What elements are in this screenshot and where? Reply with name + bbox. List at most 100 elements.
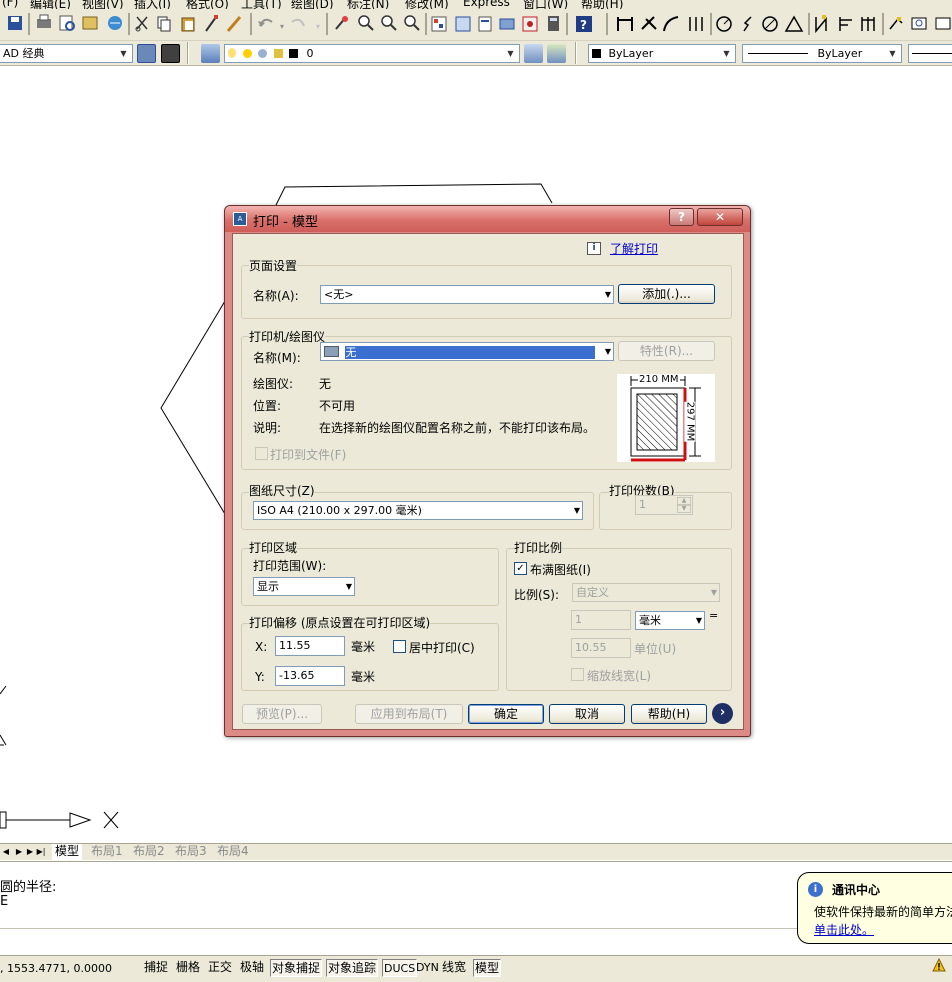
spin-up-icon[interactable]: ▲ (677, 497, 691, 505)
scale-numerator-input[interactable]: 1 (571, 610, 631, 630)
add-page-setup-button[interactable]: 添加(.)... (618, 284, 715, 304)
center-plot-checkbox[interactable] (393, 640, 406, 653)
color-combo[interactable]: ByLayer ▼ (588, 44, 736, 63)
cut-icon[interactable] (135, 16, 148, 32)
zoom-previous-icon[interactable] (404, 15, 420, 31)
polar-toggle[interactable]: 极轴 (239, 959, 265, 977)
plot-to-file-checkbox[interactable] (255, 447, 268, 460)
diameter-dimension-icon[interactable] (762, 16, 778, 32)
workspace-combo[interactable]: AD 经典 ▼ (0, 44, 133, 63)
publish-icon[interactable] (82, 16, 98, 30)
preview-button[interactable]: 预览(P)... (242, 704, 322, 724)
continue-dimension-icon[interactable] (861, 17, 875, 31)
help-icon[interactable]: ? (576, 16, 592, 32)
tolerance-icon[interactable] (889, 17, 903, 30)
ok-button[interactable]: 确定 (468, 704, 544, 724)
pan-icon[interactable] (335, 16, 348, 30)
layer-combo[interactable]: 0 ▼ (224, 44, 520, 63)
undo-dropdown-icon[interactable]: ▾ (280, 22, 284, 31)
radius-dimension-icon[interactable] (716, 16, 732, 32)
menu-express[interactable]: Express (463, 0, 510, 9)
tab-layout3[interactable]: 布局3 (172, 844, 210, 860)
redo-dropdown-icon[interactable]: ▾ (316, 22, 320, 31)
page-setup-name-select[interactable]: <无> ▼ (320, 285, 614, 304)
dyn-toggle[interactable]: DYN (415, 959, 440, 977)
apply-to-layout-button[interactable]: 应用到布局(T) (355, 704, 463, 724)
menu-insert[interactable]: 插入(I) (134, 0, 171, 9)
redo-icon[interactable] (291, 18, 305, 27)
first-tab-icon[interactable]: ◀ (0, 846, 12, 858)
angular-dimension-icon[interactable] (784, 15, 804, 32)
help-button[interactable]: 帮助(H) (631, 704, 707, 724)
cancel-button[interactable]: 取消 (549, 704, 625, 724)
spin-down-icon[interactable]: ▼ (677, 505, 691, 513)
print-preview-icon[interactable] (59, 15, 75, 31)
markup-icon[interactable] (522, 16, 538, 32)
ordinate-dimension-icon[interactable] (689, 17, 703, 31)
lineweight-toggle[interactable]: 线宽 (441, 959, 467, 977)
last-tab-icon[interactable]: ▶| (35, 846, 47, 858)
ortho-toggle[interactable]: 正交 (207, 959, 233, 977)
fit-to-paper-checkbox[interactable]: ✓ (514, 562, 527, 575)
center-mark-icon[interactable] (911, 17, 927, 30)
calculator-icon[interactable] (548, 16, 559, 31)
copy-icon[interactable] (157, 16, 171, 32)
menu-draw[interactable]: 绘图(D) (291, 0, 334, 9)
menu-window[interactable]: 窗口(W) (523, 0, 568, 9)
model-space-toggle[interactable]: 模型 (473, 959, 502, 977)
layer-previous-icon[interactable] (547, 44, 566, 63)
learn-plotting-link[interactable]: 了解打印 (610, 240, 658, 257)
zoom-realtime-icon[interactable] (358, 15, 374, 31)
ducs-toggle[interactable]: DUCS (382, 959, 418, 977)
scale-select[interactable]: 自定义 ▼ (572, 583, 720, 602)
menu-view[interactable]: 视图(V) (82, 0, 124, 9)
tab-layout2[interactable]: 布局2 (130, 844, 168, 860)
tab-model[interactable]: 模型 (52, 844, 83, 860)
menu-tools[interactable]: 工具(T) (241, 0, 282, 9)
save-icon[interactable] (8, 16, 22, 30)
linetype-combo[interactable]: ByLayer ▼ (742, 44, 902, 63)
offset-y-input[interactable]: -13.65 (275, 666, 345, 686)
workspace-settings-icon[interactable] (137, 44, 156, 63)
undo-icon[interactable] (258, 18, 273, 27)
osnap-toggle[interactable]: 对象捕捉 (270, 959, 323, 977)
design-center-icon[interactable] (455, 16, 471, 32)
baseline-dimension-icon[interactable] (839, 17, 852, 31)
title-help-button[interactable]: ? (669, 208, 694, 226)
jogged-dimension-icon[interactable] (743, 16, 752, 32)
tab-layout1[interactable]: 布局1 (88, 844, 126, 860)
copies-spinner[interactable]: 1 ▲ ▼ (635, 495, 693, 515)
arc-length-icon[interactable] (663, 16, 679, 32)
snap-toggle[interactable]: 捕捉 (143, 959, 169, 977)
sheet-set-icon[interactable] (499, 18, 515, 30)
menu-dimension[interactable]: 标注(N) (347, 0, 389, 9)
menu-modify[interactable]: 修改(M) (405, 0, 449, 9)
layer-manager-icon[interactable] (201, 44, 220, 63)
aligned-dimension-icon[interactable] (641, 16, 657, 30)
dimension-edit-icon[interactable] (935, 17, 951, 30)
balloon-link[interactable]: 单击此处。 (814, 921, 874, 938)
plotter-name-select[interactable]: 无 ▼ (320, 342, 614, 361)
etransmit-icon[interactable] (108, 16, 122, 30)
properties-icon[interactable] (431, 16, 447, 32)
tool-palettes-icon[interactable] (478, 16, 492, 32)
menu-file[interactable]: (F) (2, 0, 18, 9)
otrack-toggle[interactable]: 对象追踪 (326, 959, 379, 977)
print-icon[interactable] (37, 14, 51, 28)
tab-layout4[interactable]: 布局4 (214, 844, 252, 860)
match-properties-icon[interactable] (205, 15, 218, 32)
block-editor-icon[interactable] (226, 16, 242, 32)
quick-dimension-icon[interactable] (815, 15, 827, 34)
more-options-icon[interactable]: › (712, 703, 733, 724)
make-object-layer-current-icon[interactable] (524, 44, 543, 63)
menu-format[interactable]: 格式(O) (186, 0, 229, 9)
what-to-plot-select[interactable]: 显示 ▼ (253, 577, 355, 596)
communication-center-balloon[interactable]: i 通讯中心 使软件保持最新的简单方法 单击此处。 (797, 872, 952, 944)
paper-size-select[interactable]: ISO A4 (210.00 x 297.00 毫米) ▼ (253, 501, 583, 520)
menu-edit[interactable]: 编辑(E) (30, 0, 71, 9)
paste-icon[interactable] (181, 17, 195, 32)
plotter-properties-button[interactable]: 特性(R)... (618, 341, 715, 361)
scale-lineweights-checkbox[interactable] (571, 668, 584, 681)
dialog-titlebar[interactable]: A 打印 - 模型 ? ✕ (225, 206, 750, 232)
menu-help[interactable]: 帮助(H) (581, 0, 623, 9)
